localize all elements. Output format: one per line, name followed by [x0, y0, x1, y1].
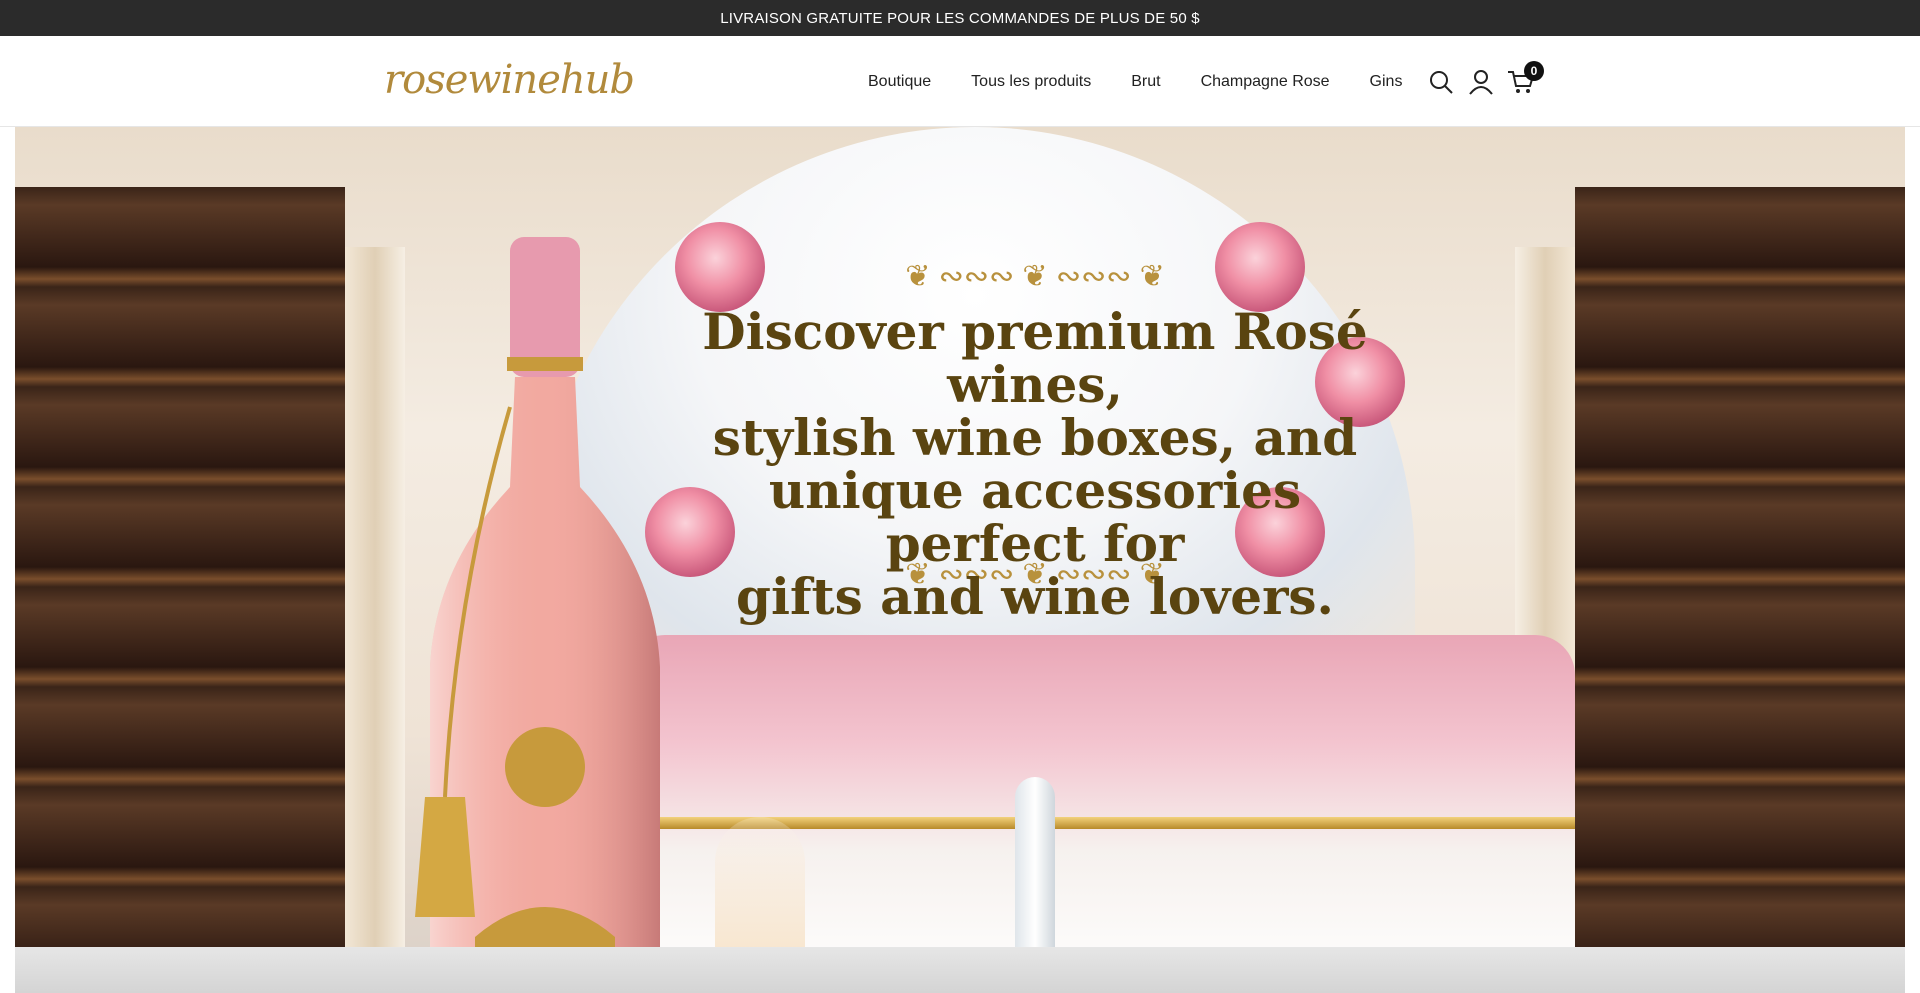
wine-shelf-left [15, 187, 345, 993]
hero-headline-line: Discover premium Rosé wines, [702, 302, 1368, 414]
nav-item-boutique[interactable]: Boutique [868, 73, 931, 91]
nav-item-brut[interactable]: Brut [1131, 73, 1160, 91]
hero-headline-line: stylish wine boxes, and [712, 408, 1358, 467]
logo-text: rosewinehub [384, 57, 635, 103]
gold-ornament-top: ❦ ∾∾∾ ❦ ∾∾∾ ❦ [905, 260, 1165, 293]
announcement-text: LIVRAISON GRATUITE POUR LES COMMANDES DE… [720, 9, 1200, 27]
hero-headline: Discover premium Rosé wines, stylish win… [675, 305, 1395, 623]
hero-banner[interactable]: ❦ ∾∾∾ ❦ ∾∾∾ ❦ ❦ ∾∾∾ ❦ ∾∾∾ ❦ Discover pre… [15, 127, 1905, 993]
site-header: rosewinehub Boutique Tous les produits B… [0, 36, 1920, 127]
cart-count-badge: 0 [1524, 61, 1544, 81]
announcement-bar: LIVRAISON GRATUITE POUR LES COMMANDES DE… [0, 0, 1920, 36]
search-icon [1430, 71, 1453, 94]
marble-counter [15, 947, 1905, 993]
rose-decoration [1215, 222, 1305, 312]
logo[interactable]: rosewinehub [380, 54, 635, 106]
main-nav: Boutique Tous les produits Brut Champagn… [868, 36, 1402, 127]
wine-shelf-right [1575, 187, 1905, 993]
hero-headline-line: gifts and wine lovers. [736, 567, 1334, 626]
nav-item-gins[interactable]: Gins [1370, 73, 1403, 91]
cart-button[interactable]: 0 [1504, 61, 1544, 99]
nav-item-champagne-rose[interactable]: Champagne Rose [1201, 73, 1330, 91]
search-button[interactable] [1424, 65, 1458, 99]
rose-wine-bottle [415, 237, 660, 993]
hero-headline-line: unique accessories perfect for [768, 461, 1302, 573]
header-icons: 0 [1424, 61, 1544, 100]
nav-item-tous-les-produits[interactable]: Tous les produits [971, 73, 1091, 91]
account-button[interactable] [1464, 65, 1498, 99]
user-icon [1469, 70, 1493, 95]
